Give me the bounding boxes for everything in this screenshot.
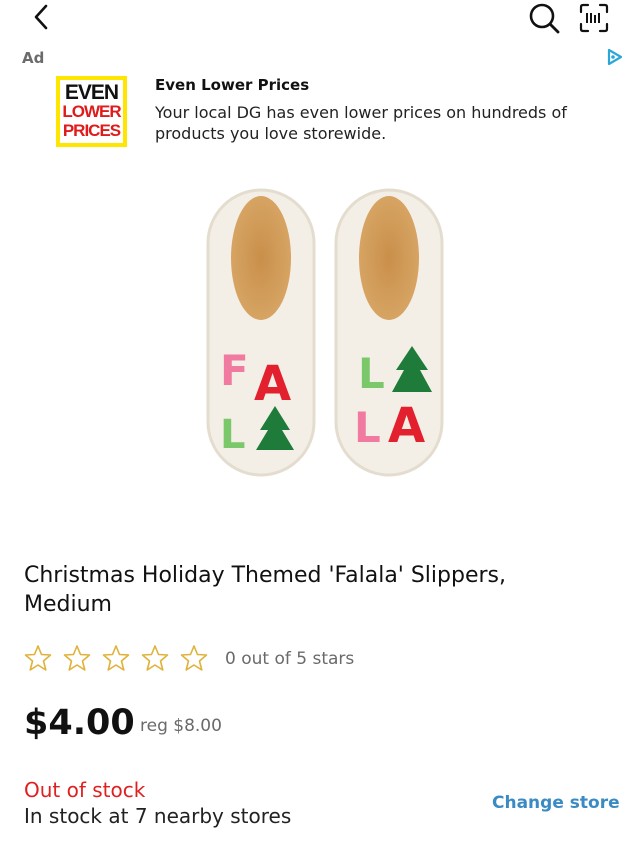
regular-price: reg $8.00 xyxy=(140,716,222,736)
adchoices-icon xyxy=(607,48,623,66)
star-outline-icon xyxy=(63,645,91,671)
ad-title[interactable]: Even Lower Prices xyxy=(155,76,309,94)
rating-text[interactable]: 0 out of 5 stars xyxy=(225,649,354,669)
ad-logo-line3: PRICES xyxy=(62,121,121,140)
change-store-link[interactable]: Change store xyxy=(492,793,620,813)
slipper-letter: F xyxy=(220,346,249,395)
slipper-letter: L xyxy=(358,349,385,398)
adchoices-button[interactable] xyxy=(604,47,624,67)
barcode-scan-button[interactable] xyxy=(576,0,612,36)
ad-logo-text: EVEN LOWER PRICES xyxy=(60,80,123,143)
slipper-letter: L xyxy=(220,412,246,458)
ad-logo-line2: LOWER xyxy=(62,102,121,121)
back-button[interactable] xyxy=(26,2,56,32)
ad-body-text[interactable]: Your local DG has even lower prices on h… xyxy=(155,102,605,144)
star-rating[interactable] xyxy=(24,644,208,672)
nearby-availability: In stock at 7 nearby stores xyxy=(24,804,292,828)
ad-logo-line1: EVEN xyxy=(64,81,119,104)
slipper-letter: A xyxy=(254,356,291,412)
product-title: Christmas Holiday Themed 'Falala' Slippe… xyxy=(24,563,506,617)
slippers-illustration: F A L L L A xyxy=(206,188,444,477)
stock-status: Out of stock xyxy=(24,778,146,802)
star-outline-icon xyxy=(141,645,169,671)
star-outline-icon xyxy=(180,645,208,671)
ad-logo[interactable]: EVEN LOWER PRICES xyxy=(56,76,127,147)
chevron-left-icon xyxy=(34,4,48,30)
slipper-letter: L xyxy=(354,403,381,452)
slipper-letter: A xyxy=(388,398,425,454)
search-icon xyxy=(529,3,560,34)
star-outline-icon xyxy=(102,645,130,671)
product-image[interactable]: F A L L L A xyxy=(190,180,460,490)
ad-badge: Ad xyxy=(22,49,45,67)
sale-price: $4.00 xyxy=(24,703,135,743)
star-outline-icon xyxy=(24,645,52,671)
search-button[interactable] xyxy=(526,0,562,36)
barcode-scan-icon xyxy=(579,3,609,33)
